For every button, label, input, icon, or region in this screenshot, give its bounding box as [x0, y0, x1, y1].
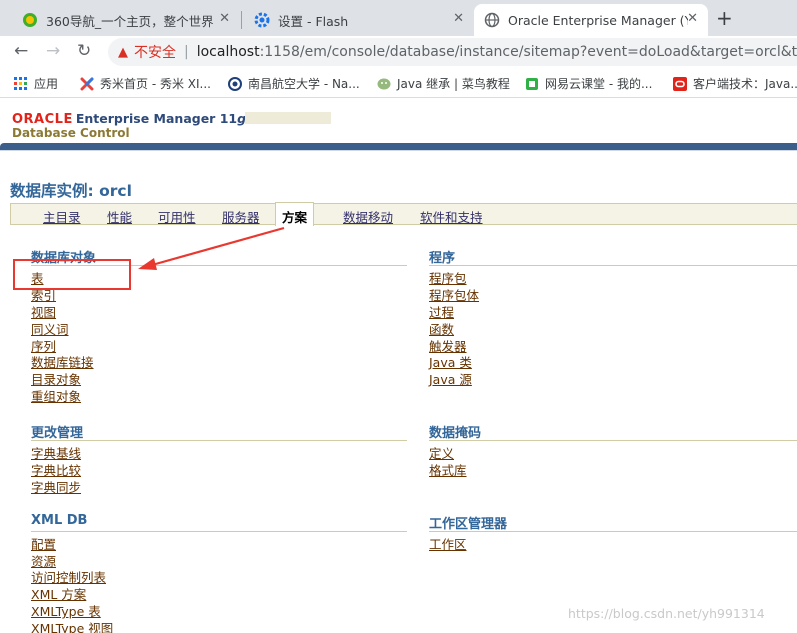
not-secure-label: 不安全: [134, 45, 176, 61]
header-rule: [0, 143, 797, 150]
section-heading-workspace-manager: 工作区管理器: [429, 517, 508, 532]
address-bar[interactable]: ▲ 不安全 | localhost :1158/em/console/datab…: [108, 38, 797, 66]
tab-title: 360导航_一个主页，整个世界: [46, 13, 214, 29]
browser-tab-strip: 360导航_一个主页，整个世界 ✕ 设置 - Flash ✕ Oracle En…: [0, 0, 797, 36]
runoob-icon: [377, 77, 391, 91]
section-divider: [31, 531, 407, 532]
browser-tab-360[interactable]: 360导航_一个主页，整个世界 ✕: [8, 4, 240, 36]
url-host: localhost: [196, 44, 260, 60]
subtab-home[interactable]: 主目录: [43, 207, 81, 226]
page-title: 数据库实例: orcl: [10, 182, 132, 200]
oracle-bookmark-icon: [673, 76, 687, 91]
link-reorg-objects[interactable]: 重组对象: [31, 386, 81, 405]
bookmark-xiumi[interactable]: 秀米首页 - 秀米 XI...: [80, 75, 211, 92]
bookmark-label: 南昌航空大学 - Na...: [248, 77, 360, 91]
close-icon[interactable]: ✕: [219, 11, 230, 26]
netease-icon: [525, 77, 539, 91]
browser-tab-settings[interactable]: 设置 - Flash ✕: [242, 4, 474, 36]
bookmark-label: 应用: [34, 77, 59, 91]
reload-icon[interactable]: ↻: [77, 41, 91, 61]
oracle-wordmark: ORACLE: [12, 112, 73, 127]
subtab-server[interactable]: 服务器: [222, 207, 260, 226]
link-dictionary-sync[interactable]: 字典同步: [31, 477, 81, 496]
database-control-subtitle: Database Control: [12, 126, 130, 140]
section-divider: [429, 440, 797, 441]
subtab-performance[interactable]: 性能: [107, 207, 132, 226]
subtab-bar: 主目录 性能 可用性 服务器 方案 数据移动 软件和支持: [10, 202, 797, 226]
link-format-library[interactable]: 格式库: [429, 460, 467, 479]
close-icon[interactable]: ✕: [453, 11, 464, 26]
annotation-highlight-box: [13, 259, 131, 290]
subtab-software-support[interactable]: 软件和支持: [420, 207, 483, 226]
browser-tab-oracle[interactable]: Oracle Enterprise Manager (Y ✕: [474, 4, 708, 36]
url-path: :1158/em/console/database/instance/sitem…: [259, 44, 797, 60]
xiumi-icon: [80, 77, 94, 91]
section-divider: [429, 265, 797, 266]
watermark-text: https://blog.csdn.net/yh991314: [568, 606, 765, 621]
section-divider: [429, 531, 797, 532]
forward-arrow-icon[interactable]: →: [46, 41, 60, 61]
bookmark-oracle[interactable]: 客户端技术：Java...: [673, 75, 797, 92]
tab-title: Oracle Enterprise Manager (Y: [508, 12, 688, 28]
bookmark-label: Java 继承 | 菜鸟教程: [397, 77, 510, 91]
subtab-schema[interactable]: 方案: [275, 202, 315, 226]
bookmark-apps[interactable]: 应用: [14, 75, 58, 92]
bookmark-netease[interactable]: 网易云课堂 - 我的...: [525, 75, 652, 92]
link-xmltype-views[interactable]: XMLType 视图: [31, 618, 113, 633]
tab-title: 设置 - Flash: [278, 13, 349, 29]
link-java-sources[interactable]: Java 源: [429, 369, 472, 388]
bookmarks-bar: 应用 秀米首页 - 秀米 XI... 南昌航空大学 - Na... Java 继…: [0, 68, 797, 98]
section-heading-programs: 程序: [429, 251, 456, 266]
link-workspaces[interactable]: 工作区: [429, 534, 467, 553]
bookmark-label: 秀米首页 - 秀米 XI...: [100, 77, 211, 91]
em-product-name: Enterprise Manager 11: [75, 111, 238, 126]
back-arrow-icon[interactable]: ←: [14, 41, 28, 61]
university-icon: [228, 76, 242, 91]
subtab-data-movement[interactable]: 数据移动: [343, 207, 393, 226]
section-divider: [31, 440, 407, 441]
url-divider: |: [184, 44, 189, 60]
bookmark-university[interactable]: 南昌航空大学 - Na...: [228, 75, 360, 92]
section-heading-data-masking: 数据掩码: [429, 426, 482, 441]
header-rule-shadow: [0, 150, 797, 151]
bookmark-runoob[interactable]: Java 继承 | 菜鸟教程: [377, 75, 510, 92]
gear-icon: [254, 12, 270, 28]
enterprise-manager-title: Enterprise Manager 11g: [76, 111, 246, 126]
bookmark-label: 客户端技术：Java...: [693, 77, 797, 91]
subtab-availability[interactable]: 可用性: [158, 207, 196, 226]
bookmark-label: 网易云课堂 - 我的...: [545, 77, 653, 91]
globe-icon: [484, 12, 500, 28]
360-icon: [22, 12, 38, 28]
warning-triangle-icon: ▲: [118, 44, 128, 60]
close-icon[interactable]: ✕: [687, 11, 698, 26]
oracle-em-logo: ORACLE Enterprise Manager 11g: [12, 108, 246, 127]
section-heading-change-mgmt: 更改管理: [31, 426, 84, 441]
new-tab-button[interactable]: +: [716, 6, 733, 30]
section-heading-xml-db: XML DB: [31, 513, 88, 528]
header-decor-bar: [245, 112, 331, 124]
apps-grid-icon: [14, 76, 28, 91]
